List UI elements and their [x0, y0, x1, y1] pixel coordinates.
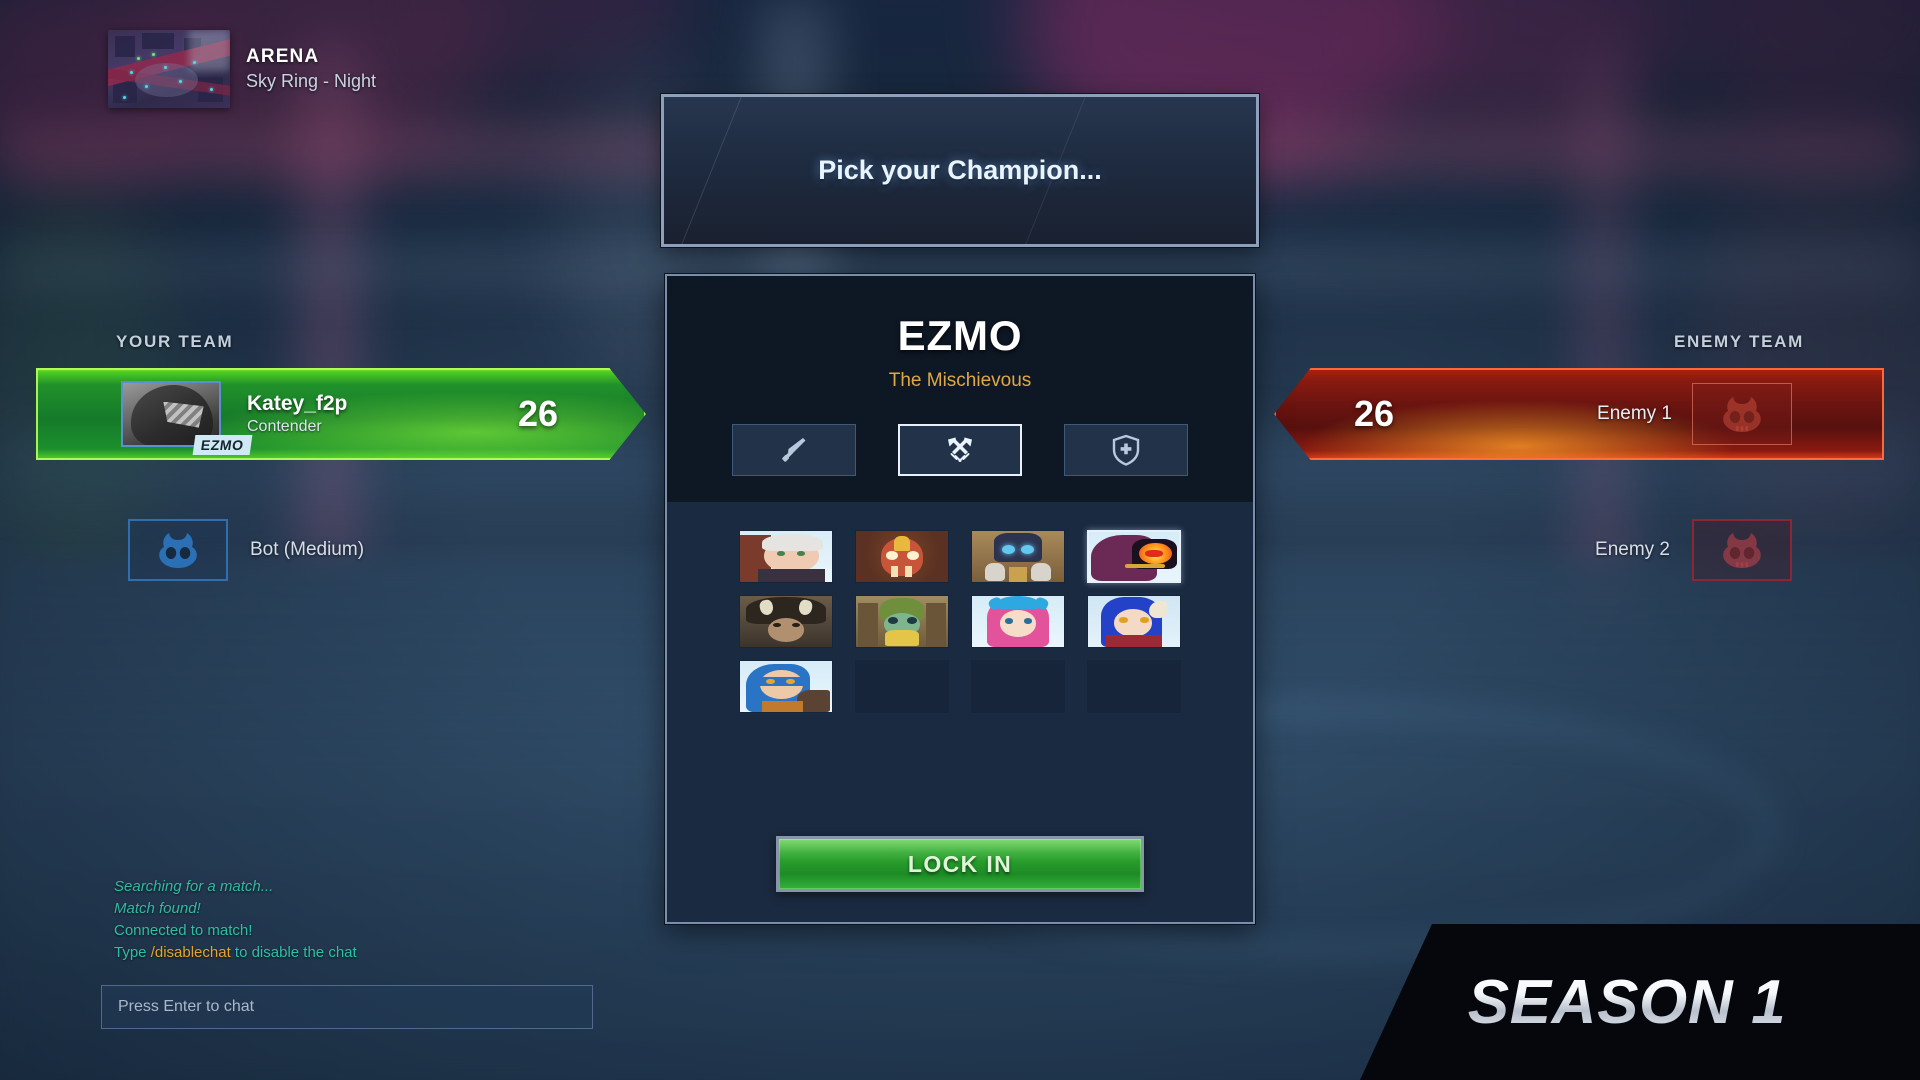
champion-portrait-cell[interactable] [739, 660, 833, 713]
enemy-player-row[interactable]: 26 Enemy 1 [1274, 368, 1884, 460]
champion-title: The Mischievous [888, 370, 1032, 391]
champion-tag: EZMO [192, 435, 253, 455]
skull-placeholder-icon [1719, 529, 1765, 571]
chat-hint: Type /disablechat to disable the chat [114, 944, 357, 961]
champion-grid-section [667, 502, 1253, 808]
champion-portrait-cell[interactable] [855, 530, 949, 583]
champion-empty-cell [855, 660, 949, 713]
chat-message: Connected to match! [114, 922, 253, 939]
chat-hint-suffix: to disable the chat [230, 944, 357, 961]
crossed-arrows-icon [943, 433, 977, 467]
ally-empty-slot[interactable]: Bot (Medium) [128, 519, 364, 581]
slot-label: Bot (Medium) [250, 539, 365, 560]
avatar-placeholder [1692, 383, 1792, 445]
role-filter-melee[interactable] [732, 424, 856, 476]
ally-player-row[interactable]: EZMO Katey_f2p Contender 26 [36, 368, 646, 460]
player-name: Katey_f2p [247, 392, 348, 415]
chat-message: Searching for a match... [114, 878, 274, 895]
map-preview-thumbnail [108, 30, 230, 108]
champion-portrait-cell[interactable] [855, 595, 949, 648]
avatar-placeholder [128, 519, 228, 581]
lock-in-button[interactable]: LOCK IN [776, 836, 1144, 892]
chat-hint-command: /disablechat [150, 944, 231, 961]
skull-placeholder-icon [1719, 393, 1765, 435]
champion-portrait-cell[interactable] [739, 530, 833, 583]
champion-portrait-cell[interactable] [739, 595, 833, 648]
champion-grid [739, 530, 1181, 713]
role-filter-row [691, 424, 1229, 476]
champion-select-panel: EZMO The Mischievous LOCK IN [665, 274, 1255, 924]
map-header: ARENA Sky Ring - Night [108, 30, 376, 108]
lock-in-section: LOCK IN [667, 808, 1253, 922]
chat-hint-prefix: Type [114, 944, 151, 961]
champion-info-header: EZMO The Mischievous [667, 276, 1253, 502]
chat-input[interactable]: Press Enter to chat [101, 985, 593, 1029]
game-mode-label: ARENA [246, 46, 320, 67]
chat-message: Match found! [114, 900, 201, 917]
enemy-slot-label: Enemy 1 [1597, 403, 1672, 424]
champion-portrait-cell[interactable] [971, 595, 1065, 648]
player-score: 26 [517, 393, 558, 434]
lock-in-label: LOCK IN [907, 850, 1013, 877]
champion-empty-cell [1087, 660, 1181, 713]
avatar: EZMO [121, 381, 253, 455]
map-name-label: Sky Ring - Night [246, 71, 377, 91]
skull-placeholder-icon [155, 529, 201, 571]
pick-champion-prompt: Pick your Champion... [818, 155, 1102, 185]
enemy-team-label: ENEMY TEAM [1673, 332, 1804, 351]
champion-select-screen: ARENA Sky Ring - Night Pick your Champio… [0, 0, 1920, 1080]
champion-name: EZMO [897, 312, 1023, 359]
season-label: SEASON 1 [1468, 967, 1813, 1038]
season-banner: SEASON 1 [1360, 924, 1920, 1080]
enemy-score: 26 [1354, 393, 1395, 434]
avatar-placeholder [1692, 519, 1792, 581]
chat-log: Searching for a match... Match found! Co… [114, 878, 357, 961]
player-rank: Contender [247, 418, 322, 435]
champion-empty-cell [971, 660, 1065, 713]
enemy-empty-slot[interactable]: Enemy 2 [1595, 519, 1792, 581]
slot-label: Enemy 2 [1595, 539, 1670, 560]
champion-portrait-cell[interactable] [1087, 595, 1181, 648]
role-filter-support[interactable] [1064, 424, 1188, 476]
chat-input-placeholder: Press Enter to chat [118, 998, 255, 1015]
shield-cross-icon [1109, 433, 1143, 467]
role-filter-ranged[interactable] [898, 424, 1022, 476]
champion-portrait-cell-selected[interactable] [1087, 530, 1181, 583]
your-team-label: YOUR TEAM [116, 332, 234, 351]
dagger-icon [777, 433, 811, 467]
champion-portrait-cell[interactable] [971, 530, 1065, 583]
pick-champion-banner: Pick your Champion... [661, 94, 1259, 247]
